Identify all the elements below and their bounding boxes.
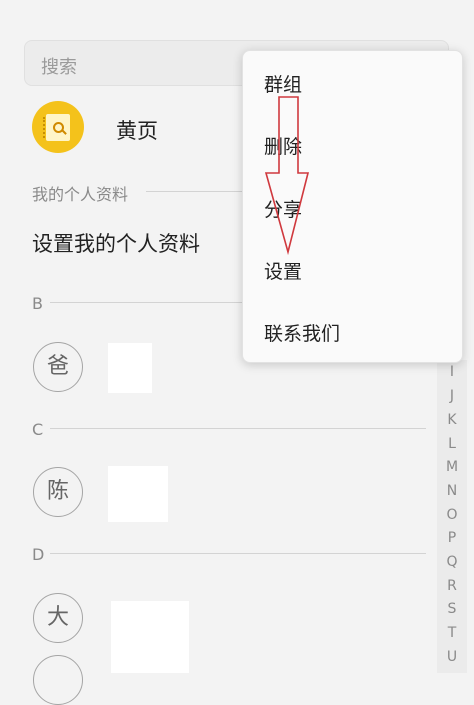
menu-item-label: 群组 [264, 74, 303, 96]
section-divider [50, 302, 242, 303]
setup-profile-item[interactable]: 设置我的个人资料 [32, 228, 200, 258]
index-letter[interactable]: T [437, 625, 467, 641]
menu-item-label: 删除 [264, 136, 303, 158]
section-divider [50, 553, 426, 554]
section-header-c: C [32, 420, 44, 439]
profile-section-header: 我的个人资料 [32, 185, 129, 204]
section-header-b: B [32, 294, 43, 313]
section-header-d: D [32, 545, 45, 564]
index-letter[interactable]: U [437, 649, 467, 665]
redacted-name [111, 601, 189, 673]
index-letter[interactable]: K [437, 412, 467, 428]
redacted-name [108, 343, 152, 393]
index-letter[interactable]: P [437, 530, 467, 546]
search-placeholder: 搜索 [41, 57, 77, 78]
index-letter[interactable]: O [437, 507, 467, 523]
overflow-menu: 群组 删除 分享 设置 联系我们 [242, 50, 463, 363]
index-letter[interactable]: M [437, 459, 467, 475]
index-letter[interactable]: J [437, 388, 467, 404]
alphabet-index[interactable]: I J K L M N O P Q R S T U [437, 360, 467, 673]
index-letter[interactable]: S [437, 601, 467, 617]
yellow-pages-icon [32, 101, 84, 153]
avatar: 爸 [33, 342, 83, 392]
yellow-pages-label: 黄页 [116, 119, 158, 143]
index-letter[interactable]: Q [437, 554, 467, 570]
menu-item-settings[interactable]: 设置 [243, 240, 464, 300]
menu-item-contact-us[interactable]: 联系我们 [243, 302, 464, 362]
avatar: 陈 [33, 467, 83, 517]
avatar: 大 [33, 593, 83, 643]
index-letter[interactable]: N [437, 483, 467, 499]
index-letter[interactable]: I [437, 364, 467, 380]
menu-item-label: 联系我们 [264, 323, 341, 345]
menu-item-label: 分享 [264, 199, 303, 221]
index-letter[interactable]: L [437, 436, 467, 452]
section-divider [50, 428, 426, 429]
menu-item-groups[interactable]: 群组 [243, 53, 464, 113]
menu-item-share[interactable]: 分享 [243, 178, 464, 238]
index-letter[interactable]: R [437, 578, 467, 594]
menu-item-label: 设置 [264, 261, 303, 283]
avatar-partial[interactable] [33, 655, 83, 705]
section-divider [146, 191, 242, 192]
menu-item-delete[interactable]: 删除 [243, 115, 464, 175]
redacted-name [108, 466, 168, 522]
